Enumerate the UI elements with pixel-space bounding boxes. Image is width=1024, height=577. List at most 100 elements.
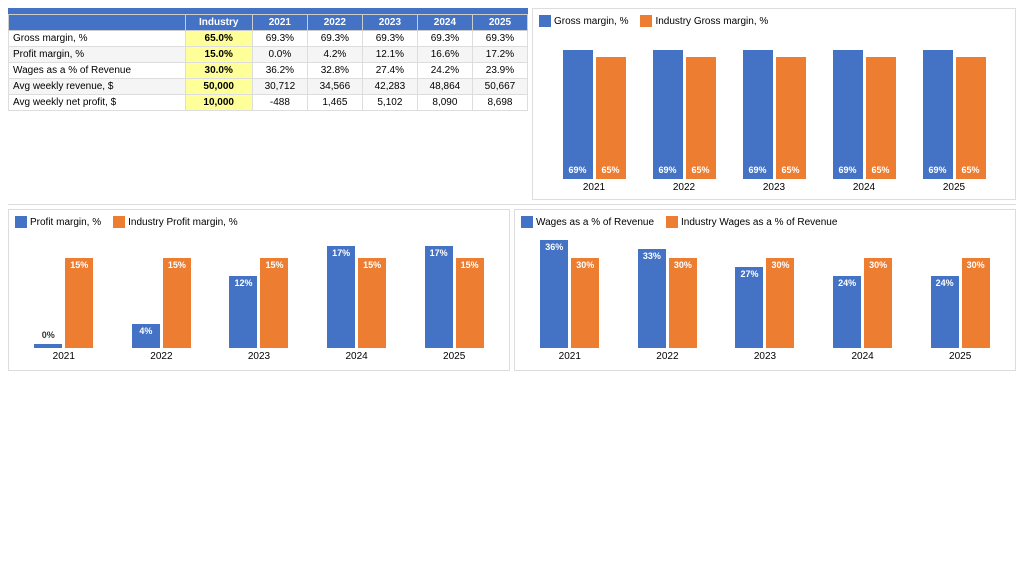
kpi-cell-2-2: 36.2%: [252, 63, 307, 79]
legend-profit-blue-box: [15, 216, 27, 228]
kpi-cell-1-2: 0.0%: [252, 47, 307, 63]
bar-bottom-orange: 15%: [65, 258, 93, 348]
year-label: 2022: [150, 351, 172, 362]
bar-bottom-orange: 30%: [864, 258, 892, 348]
bar-blue: 69%: [563, 50, 593, 179]
kpi-cell-3-1: 50,000: [185, 79, 252, 95]
bar-orange-label: 65%: [961, 165, 979, 175]
legend-profit-blue: Profit margin, %: [15, 216, 101, 228]
bar-bottom-blue: 24%: [931, 276, 959, 348]
bar-group-bottom: 17% 15% 2025: [425, 246, 484, 362]
main-container: Industry 2021 2022 2023 2024 2025 Gross …: [0, 0, 1024, 577]
bar-blue: 69%: [653, 50, 683, 179]
bar-group-bottom: 24%30%2024: [833, 258, 892, 362]
legend-wages-orange: Industry Wages as a % of Revenue: [666, 216, 837, 228]
kpi-cell-1-5: 16.6%: [417, 47, 472, 63]
wages-bars: 36% 30% 2021 33% 30% 2022 27% 30% 2023 24% 30% 2024…: [521, 234, 1009, 364]
kpi-cell-0-5: 69.3%: [417, 31, 472, 47]
col-2022: 2022: [307, 15, 362, 31]
bar-bottom-blue: 17%: [327, 246, 355, 348]
year-label: 2021: [559, 351, 581, 362]
legend-gross-orange-label: Industry Gross margin, %: [655, 16, 768, 27]
bar-orange-label: 15%: [461, 260, 479, 270]
year-label: 2025: [943, 182, 965, 193]
kpi-cell-3-0: Avg weekly revenue, $: [9, 79, 186, 95]
kpi-table: Industry 2021 2022 2023 2024 2025 Gross …: [8, 14, 528, 111]
bar-blue-label: 69%: [928, 165, 946, 175]
bar-blue-label: 69%: [658, 165, 676, 175]
bar-group-bottom: 36% 30% 2021: [540, 240, 599, 362]
year-label: 2025: [443, 351, 465, 362]
bar-blue-label: 69%: [568, 165, 586, 175]
bar-blue-label: 12%: [234, 278, 252, 288]
kpi-cell-3-2: 30,712: [252, 79, 307, 95]
bar-bottom-blue: 36%: [540, 240, 568, 348]
kpi-cell-3-3: 34,566: [307, 79, 362, 95]
year-label: 2022: [673, 182, 695, 193]
year-label: 2025: [949, 351, 971, 362]
year-label: 2024: [851, 351, 873, 362]
bar-bottom-orange: 15%: [163, 258, 191, 348]
gross-margin-chart: Gross margin, % Industry Gross margin, %…: [532, 8, 1016, 200]
kpi-cell-2-4: 27.4%: [362, 63, 417, 79]
bar-bottom-orange: 30%: [669, 258, 697, 348]
bar-orange-label: 65%: [781, 165, 799, 175]
legend-gross-blue-label: Gross margin, %: [554, 16, 628, 27]
bar-bottom-blue: 33%: [638, 249, 666, 348]
bar-orange-label: 15%: [70, 260, 88, 270]
bar-bottom-orange: 15%: [456, 258, 484, 348]
bar-blue: 69%: [833, 50, 863, 179]
kpi-cell-3-5: 48,864: [417, 79, 472, 95]
kpi-cell-4-4: 5,102: [362, 95, 417, 111]
legend-gross-orange: Industry Gross margin, %: [640, 15, 768, 27]
kpi-cell-1-4: 12.1%: [362, 47, 417, 63]
bar-blue-label: 17%: [332, 248, 350, 258]
bar-blue-label: 27%: [740, 269, 758, 279]
kpi-cell-1-6: 17.2%: [472, 47, 527, 63]
kpi-cell-3-6: 50,667: [472, 79, 527, 95]
bar-bottom-blue: 0%: [34, 344, 62, 348]
wages-legend: Wages as a % of Revenue Industry Wages a…: [521, 216, 1009, 228]
bar-group-bottom: 17%15%2024: [327, 246, 386, 362]
kpi-cell-3-4: 42,283: [362, 79, 417, 95]
kpi-cell-0-4: 69.3%: [362, 31, 417, 47]
bar-group: 69%65%2021: [563, 50, 626, 193]
profit-legend: Profit margin, % Industry Profit margin,…: [15, 216, 503, 228]
top-section: Industry 2021 2022 2023 2024 2025 Gross …: [8, 8, 1016, 200]
gross-margin-legend: Gross margin, % Industry Gross margin, %: [539, 15, 1009, 27]
year-label: 2022: [656, 351, 678, 362]
year-label: 2021: [53, 351, 75, 362]
kpi-cell-4-1: 10,000: [185, 95, 252, 111]
bar-group: 69%65% 2024: [833, 50, 896, 193]
profit-margin-chart: Profit margin, % Industry Profit margin,…: [8, 209, 510, 371]
bar-bottom-orange: 15%: [260, 258, 288, 348]
legend-profit-orange-box: [113, 216, 125, 228]
year-label: 2023: [763, 182, 785, 193]
bar-group-bottom: 0% 15% 2021: [34, 258, 93, 362]
gross-bars: 69%65%202169%65%202269%65%202369%65%2024…: [539, 33, 1009, 193]
legend-blue-box: [539, 15, 551, 27]
bar-orange-label: 30%: [869, 260, 887, 270]
bar-bottom-orange: 30%: [571, 258, 599, 348]
col-label: [9, 15, 186, 31]
bar-bottom-blue: 12%: [229, 276, 257, 348]
legend-gross-blue: Gross margin, %: [539, 15, 628, 27]
bar-orange-label: 30%: [674, 260, 692, 270]
year-label: 2023: [754, 351, 776, 362]
legend-wages-blue-box: [521, 216, 533, 228]
bar-bottom-orange: 30%: [962, 258, 990, 348]
bar-orange-label: 30%: [967, 260, 985, 270]
bar-group-bottom: 4%15% 2022: [132, 258, 191, 362]
bar-bottom-blue: 4%: [132, 324, 160, 348]
bar-blue-label: 17%: [430, 248, 448, 258]
bar-orange: 65%: [866, 57, 896, 179]
year-label: 2024: [853, 182, 875, 193]
year-label: 2021: [583, 182, 605, 193]
bar-blue-label: 36%: [545, 242, 563, 252]
bar-orange: 65%: [776, 57, 806, 179]
bar-blue: 69%: [923, 50, 953, 179]
col-2023: 2023: [362, 15, 417, 31]
bar-orange-label: 30%: [576, 260, 594, 270]
kpi-cell-0-3: 69.3%: [307, 31, 362, 47]
wages-chart: Wages as a % of Revenue Industry Wages a…: [514, 209, 1016, 371]
